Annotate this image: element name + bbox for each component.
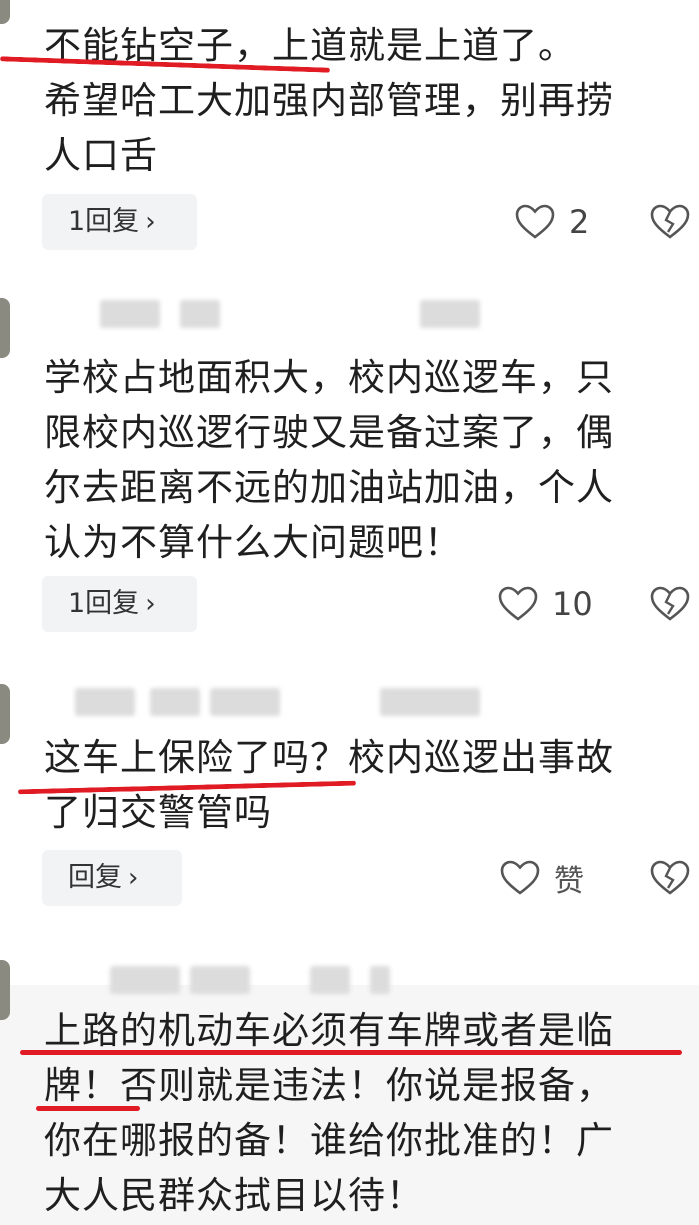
username-blurred	[0, 966, 699, 996]
reply-button[interactable]: 1回复 ›	[42, 576, 197, 632]
red-underline	[36, 1106, 140, 1111]
comment-text: 学校占地面积大，校内巡逻车，只 限校内巡逻行驶又是备过案了，偶 尔去距离不远的加…	[44, 356, 614, 564]
comment-text: 上路的机动车必须有车牌或者是临 牌！否则就是违法！你说是报备， 你在哪报的备！谁…	[44, 1009, 614, 1217]
chevron-right-icon: ›	[145, 589, 156, 619]
reply-label: 回复	[68, 862, 122, 893]
username-blurred	[0, 300, 699, 330]
reply-button[interactable]: 回复 ›	[42, 850, 182, 906]
chevron-right-icon: ›	[145, 207, 156, 237]
avatar[interactable]	[0, 0, 10, 24]
red-underline	[20, 1050, 682, 1055]
comment-text: 不能钻空子，上道就是上道了。 希望哈工大加强内部管理，别再捞 人口舌	[44, 24, 614, 177]
heart-outline-icon	[500, 860, 540, 895]
comment-text: 这车上保险了吗？校内巡逻出事故 了归交警管吗	[44, 736, 614, 834]
like-button[interactable]: 10	[498, 576, 593, 632]
like-count: 10	[552, 585, 593, 623]
like-count: 赞	[554, 864, 584, 899]
like-count: 2	[569, 203, 590, 241]
broken-heart-icon[interactable]	[650, 203, 690, 241]
heart-outline-icon	[498, 586, 538, 621]
heart-outline-icon	[515, 204, 555, 239]
like-button[interactable]: 赞	[500, 850, 584, 906]
username-blurred	[0, 688, 699, 718]
chevron-right-icon: ›	[128, 863, 139, 893]
broken-heart-icon[interactable]	[650, 859, 690, 897]
reply-label: 1回复	[68, 206, 140, 237]
broken-heart-icon[interactable]	[650, 585, 690, 623]
reply-label: 1回复	[68, 588, 140, 619]
reply-button[interactable]: 1回复 ›	[42, 194, 197, 250]
like-button[interactable]: 2	[515, 194, 589, 250]
